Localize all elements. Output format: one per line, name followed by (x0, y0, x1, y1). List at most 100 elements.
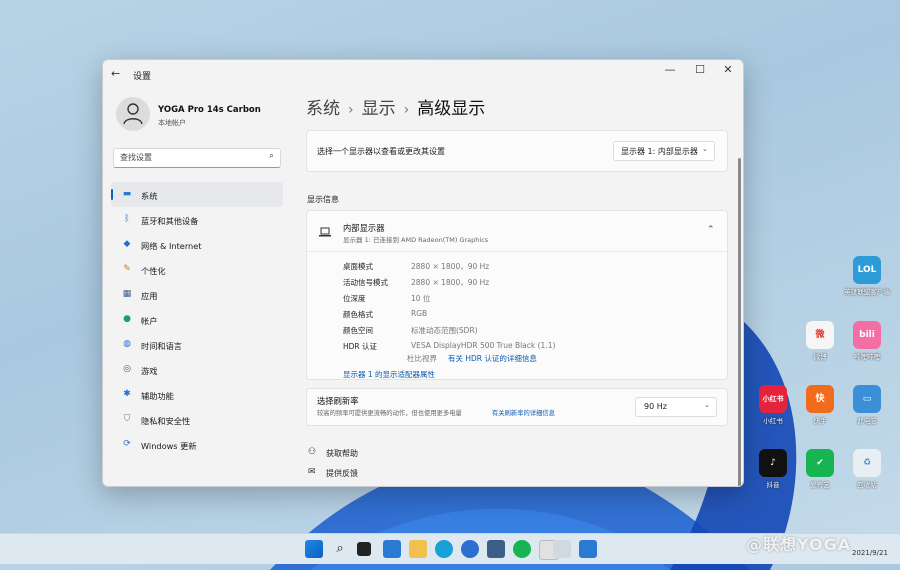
refresh-rate-card: 选择刷新率 较高的频率可提供更流畅的动作，但也使用更多电量 有关刷新率的详细信息… (306, 388, 728, 426)
select-display-card: 选择一个显示器以查看或更改其设置 显示器 1: 内部显示器 ⌄ (306, 130, 728, 172)
desktop-icon-recycle-bin[interactable]: ♻ 回收站 (840, 449, 894, 489)
info-key: 颜色格式 (343, 310, 373, 319)
weibo-icon: 微 (806, 321, 834, 349)
feedback-link[interactable]: 提供反馈 (326, 468, 358, 479)
breadcrumb-display[interactable]: 显示 (362, 99, 396, 119)
lol-icon: LOL (853, 256, 881, 284)
active-indicator (111, 189, 113, 200)
xiaohongshu-icon: 小红书 (759, 385, 787, 413)
info-value: 2880 × 1800，90 Hz (411, 278, 490, 287)
refresh-rate-link[interactable]: 有关刷新率的详细信息 (492, 408, 555, 417)
account-icon: ● (123, 314, 131, 324)
browser-icon[interactable] (461, 540, 479, 558)
sidebar-item-network[interactable]: ◆ 网络 & Internet (111, 232, 283, 257)
refresh-rate-dropdown[interactable]: 90 Hz ⌄ (635, 397, 717, 417)
adapter-properties-link[interactable]: 显示器 1 的显示适配器属性 (343, 369, 435, 380)
info-value: VESA DisplayHDR 500 True Black (1.1) (411, 341, 556, 350)
minimize-button[interactable]: — (655, 60, 685, 84)
window-title: 设置 (133, 72, 152, 82)
desktop-icon-bilibili[interactable]: bili 哔哩哔哩 (840, 321, 894, 361)
settings-taskbar-icon[interactable] (553, 540, 571, 558)
desktop-icon-xiaohongshu[interactable]: 小红书 小红书 (746, 385, 800, 425)
desktop-icon-this-pc[interactable]: ▭ 此电脑 (840, 385, 894, 425)
info-value: 标准动态范围(SDR) (411, 326, 478, 335)
sidebar-item-label: 系统 (141, 191, 158, 201)
breadcrumb-chevron-icon: › (348, 102, 354, 118)
hdr-details-link[interactable]: 有关 HDR 认证的详细信息 (448, 353, 537, 364)
sidebar-item-label: 游戏 (141, 366, 158, 376)
hdr-link-prefix: 杜比视界 (407, 354, 437, 363)
scrollbar[interactable] (738, 158, 741, 486)
desktop-icon-label: 哔哩哔哩 (854, 353, 880, 361)
info-value: 2880 × 1800，90 Hz (411, 262, 490, 271)
refresh-rate-title: 选择刷新率 (317, 396, 359, 406)
douyin-icon: ♪ (759, 449, 787, 477)
desktop-icon-weibo[interactable]: 微 微博 (793, 321, 847, 361)
sidebar-item-accessibility[interactable]: ✱ 辅助功能 (111, 382, 283, 407)
breadcrumb-system[interactable]: 系统 (306, 99, 340, 119)
title-bar: ← 设置 — ☐ ✕ (103, 60, 743, 88)
profile-account: 本地帐户 (158, 119, 186, 127)
sidebar-item-label: 网络 & Internet (141, 241, 202, 251)
maximize-button[interactable]: ☐ (685, 60, 715, 84)
info-key: 活动信号模式 (343, 278, 388, 287)
search-input[interactable]: 查找设置 ⌕ (113, 148, 281, 168)
brush-icon: ✎ (123, 264, 131, 274)
kuaishou-icon: 快 (806, 385, 834, 413)
sidebar-item-system[interactable]: ▬ 系统 (111, 182, 283, 207)
task-view-icon[interactable] (357, 542, 371, 556)
start-icon[interactable] (305, 540, 323, 558)
file-explorer-icon[interactable] (409, 540, 427, 558)
info-value: 10 位 (411, 294, 431, 303)
clock-date: 2021/9/21 (852, 549, 888, 557)
sidebar-item-apps[interactable]: ▦ 应用 (111, 282, 283, 307)
info-key: 桌面模式 (343, 262, 373, 271)
sidebar-item-gaming[interactable]: ◎ 游戏 (111, 357, 283, 382)
pinned-app-icon[interactable] (579, 540, 597, 558)
avatar (116, 97, 150, 131)
sidebar-item-privacy[interactable]: ⛉ 隐私和安全性 (111, 407, 283, 432)
sidebar-item-label: 辅助功能 (141, 391, 174, 401)
bilibili-icon: bili (853, 321, 881, 349)
monitor-icon: ▬ (122, 189, 132, 199)
main-content: 系统 › 显示 › 高级显示 选择一个显示器以查看或更改其设置 显示器 1: 内部显示器… (306, 88, 743, 486)
user-profile[interactable]: YOGA Pro 14s Carbon 本地帐户 (113, 94, 293, 134)
collapse-chevron-icon[interactable]: ⌃ (707, 225, 715, 235)
store-icon[interactable] (487, 540, 505, 558)
sidebar-item-windows-update[interactable]: ⟳ Windows 更新 (111, 432, 283, 457)
desktop-icon-label: 回收站 (857, 481, 877, 489)
search-placeholder: 查找设置 (120, 153, 152, 162)
wifi-icon: ◆ (123, 239, 131, 249)
chat-icon[interactable] (513, 540, 531, 558)
sidebar-item-label: 应用 (141, 291, 158, 301)
display-dropdown[interactable]: 显示器 1: 内部显示器 ⌄ (613, 141, 715, 161)
sidebar-item-bluetooth[interactable]: ᛒ 蓝牙和其他设备 (111, 207, 283, 232)
sidebar-item-time-language[interactable]: ◍ 时间和语言 (111, 332, 283, 357)
desktop-icon-douyin[interactable]: ♪ 抖音 (746, 449, 800, 489)
globe-icon: ◍ (123, 339, 131, 349)
nav-list: ▬ 系统 ᛒ 蓝牙和其他设备 ◆ 网络 & Internet ✎ 个性化 ▦ 应… (111, 182, 283, 457)
breadcrumb: 系统 › 显示 › 高级显示 (306, 94, 485, 119)
desktop-icon-kuaishou[interactable]: 快 快手 (793, 385, 847, 425)
refresh-rate-value: 90 Hz (644, 402, 667, 411)
update-icon: ⟳ (123, 439, 131, 449)
edge-icon[interactable] (435, 540, 453, 558)
get-help-link[interactable]: 获取帮助 (326, 448, 358, 459)
widgets-icon[interactable] (383, 540, 401, 558)
sidebar-item-accounts[interactable]: ● 帐户 (111, 307, 283, 332)
back-button[interactable]: ← (111, 67, 120, 80)
recycle-bin-icon: ♻ (853, 449, 881, 477)
iqiyi-icon: ✔ (806, 449, 834, 477)
search-icon[interactable]: ⌕ (331, 540, 349, 558)
help-icon: ⚇ (308, 447, 317, 457)
sidebar-item-personalization[interactable]: ✎ 个性化 (111, 257, 283, 282)
desktop-icon-iqiyi[interactable]: ✔ 爱奇艺 (793, 449, 847, 489)
desktop-icon-label: 小红书 (763, 417, 783, 425)
section-title: 显示信息 (307, 195, 339, 204)
close-button[interactable]: ✕ (713, 60, 743, 84)
search-icon: ⌕ (268, 151, 274, 161)
select-display-label: 选择一个显示器以查看或更改其设置 (317, 147, 445, 156)
desktop-icon-label: 快手 (813, 417, 827, 425)
desktop-icon-lol[interactable]: LOL 英雄联盟客户端 (840, 256, 894, 296)
apps-icon: ▦ (122, 289, 132, 299)
